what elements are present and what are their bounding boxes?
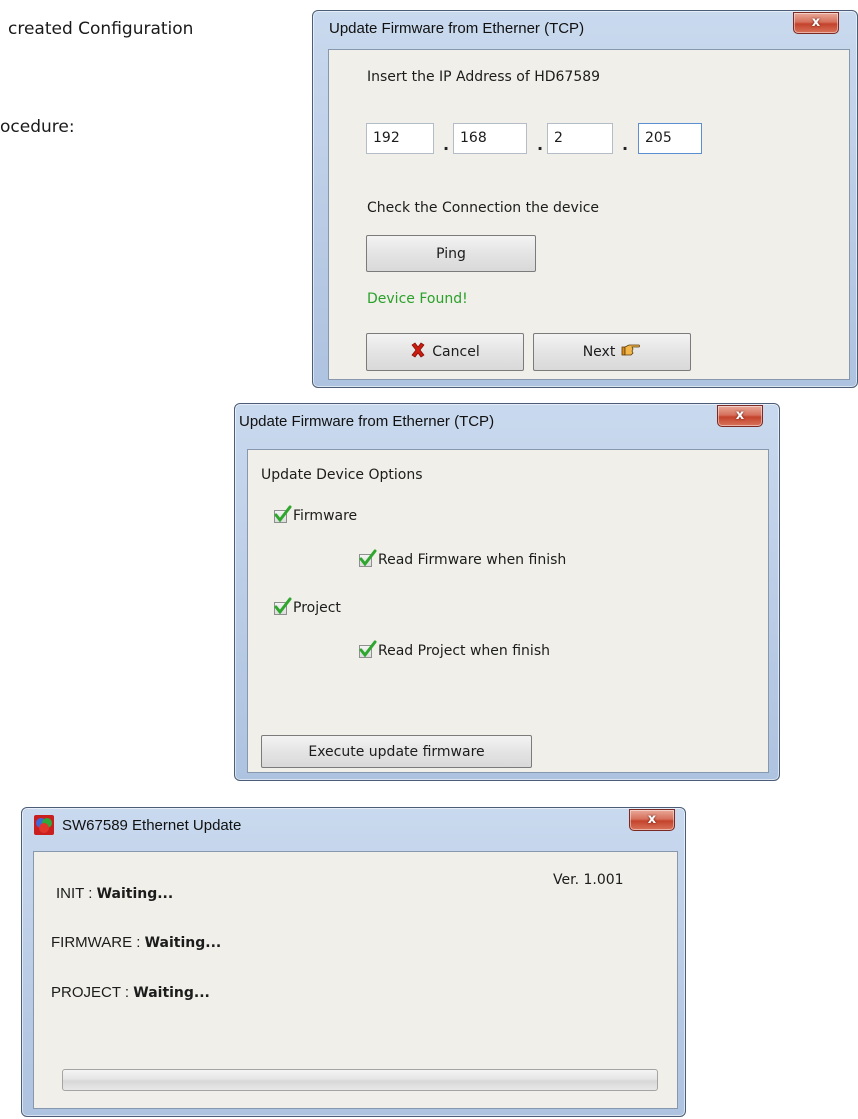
firmware-status-value: Waiting... [144,935,222,951]
window-client-area: Ver. 1.001 INIT : Waiting... FIRMWARE : … [33,851,678,1109]
dialog-client-area: Update Device Options Firmware Read Firm… [247,449,769,773]
ip-octet-1-field[interactable]: 192 [366,123,434,154]
update-options-dialog: Update Firmware from Etherner (TCP) x Up… [234,403,780,781]
init-status-row: INIT : Waiting... [56,885,173,902]
document-text-line-1: created Configuration [8,19,194,39]
ip-octet-2-field[interactable]: 168 [453,123,527,154]
project-status-label: PROJECT : [51,984,134,1001]
next-button-label: Next [582,344,616,360]
read-project-checkbox-row[interactable]: Read Project when finish [359,640,550,659]
close-button[interactable]: x [717,405,763,427]
ip-separator: . [443,135,450,154]
cancel-button[interactable]: Cancel [366,333,524,371]
window-titlebar: SW67589 Ethernet Update x [22,808,685,842]
read-project-checkbox-label: Read Project when finish [378,643,550,659]
dialog-client-area: Insert the IP Address of HD67589 192 . 1… [328,49,850,380]
update-progress-bar [62,1069,658,1091]
project-checkbox-row[interactable]: Project [274,597,341,616]
next-button[interactable]: Next [533,333,691,371]
update-options-section-label: Update Device Options [261,467,423,483]
firmware-status-row: FIRMWARE : Waiting... [51,934,221,951]
cancel-button-label: Cancel [432,344,480,360]
ip-prompt-label: Insert the IP Address of HD67589 [367,69,601,85]
project-checkbox[interactable] [274,597,292,615]
execute-update-firmware-button[interactable]: Execute update firmware [261,735,532,768]
read-firmware-checkbox-row[interactable]: Read Firmware when finish [359,549,567,568]
project-status-value: Waiting... [133,985,210,1001]
ip-octet-4-field[interactable]: 205 [638,123,702,154]
firmware-checkbox[interactable] [274,505,292,523]
read-firmware-checkbox-label: Read Firmware when finish [378,552,567,568]
document-text-line-2: ocedure: [0,117,75,137]
firmware-status-label: FIRMWARE : [51,934,145,951]
dialog-titlebar: Update Firmware from Etherner (TCP) x [235,404,779,438]
close-button[interactable]: x [629,809,675,831]
ip-octet-3-field[interactable]: 2 [547,123,613,154]
execute-update-firmware-label: Execute update firmware [308,743,485,760]
project-status-row: PROJECT : Waiting... [51,984,210,1001]
dialog-title: Update Firmware from Etherner (TCP) [239,412,495,430]
firmware-checkbox-row[interactable]: Firmware [274,505,358,524]
rgb-circles-app-icon [34,815,54,835]
read-firmware-checkbox[interactable] [359,549,377,567]
red-x-icon [410,342,426,362]
window-title: SW67589 Ethernet Update [62,816,242,834]
firmware-checkbox-label: Firmware [293,508,358,524]
ping-button[interactable]: Ping [366,235,536,272]
close-button[interactable]: x [793,12,839,34]
ping-button-label: Ping [436,245,466,262]
status-text: Device Found! [367,291,468,307]
dialog-title: Update Firmware from Etherner (TCP) [329,19,585,37]
ip-separator: . [622,135,629,154]
init-status-label: INIT : [56,885,97,902]
init-status-value: Waiting... [96,886,174,902]
project-checkbox-label: Project [293,600,341,616]
ethernet-update-window: SW67589 Ethernet Update x Ver. 1.001 INI… [21,807,686,1117]
ip-address-dialog: Update Firmware from Etherner (TCP) x In… [312,10,858,388]
pointing-hand-icon [621,343,641,361]
ip-separator: . [537,135,544,154]
version-label: Ver. 1.001 [553,872,624,888]
check-connection-label: Check the Connection the device [367,200,600,216]
dialog-titlebar: Update Firmware from Etherner (TCP) x [313,11,857,45]
read-project-checkbox[interactable] [359,640,377,658]
